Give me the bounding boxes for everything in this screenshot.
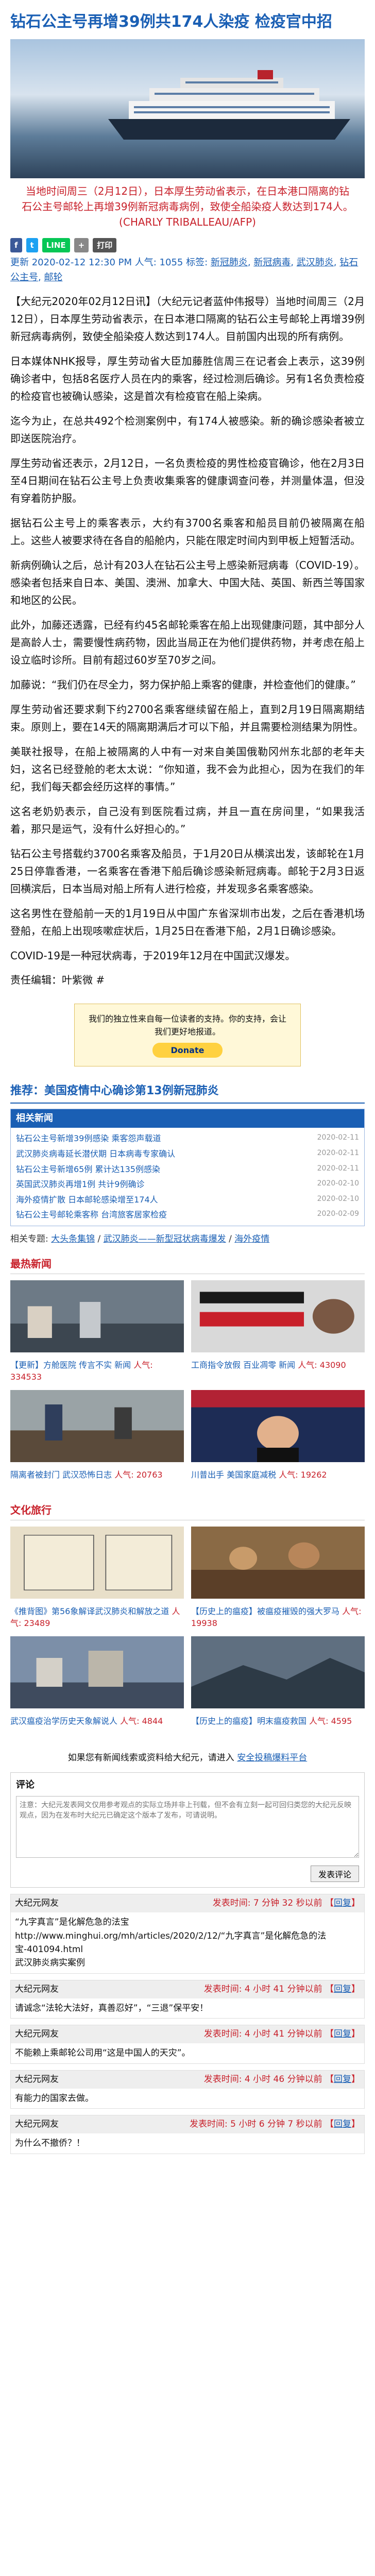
related-news-item[interactable]: 钻石公主号新增39例感染 乘客怨声载道 2020-02-11 [16,1131,359,1146]
related-news-header: 相关新闻 [11,1109,364,1128]
paragraph: 这名老奶奶表示，自己没有到医院看过病，并且一直在房间里，“如果我活着，那只是运气… [10,805,365,835]
paragraph: 此外，加藤还透露，已经有约45名邮轮乘客在船上出现健康问题，其中部分人是高龄人士… [10,618,365,666]
topic-link[interactable]: 武汉肺炎——新型冠状病毒爆发 [104,1234,226,1244]
topic-link[interactable]: 大头条集锦 [51,1234,95,1244]
donate-box: 我们的独立性来自每一位读者的支持。你的支持，会让我们更好地报道。 Donate [74,1003,301,1067]
culture-header: 文化旅行 [10,1502,365,1521]
thumbnail-image [191,1636,365,1709]
thumbnail-image [10,1280,184,1353]
thumbnail-image [191,1527,365,1599]
donate-button[interactable]: Donate [152,1042,223,1058]
related-news-item[interactable]: 钻石公主号新增65例 累计达135例感染 2020-02-11 [16,1162,359,1177]
thumbnail-image [10,1636,184,1709]
thumbnail-image [10,1390,184,1463]
news-card[interactable]: 武汉瘟疫治学历史天象解说人 人气: 4844 [10,1636,184,1739]
tag-link[interactable]: 新冠肺炎 [211,257,248,268]
comment-user: 大纪元网友 [15,1898,59,1909]
comment-item: 大纪元网友 发表时间: 7 分钟 32 秒以前 【回复】 “九字真言”是化解危急的… [10,1894,365,1974]
related-news-item[interactable]: 英国武汉肺炎再增1例 共计9例确诊 2020-02-10 [16,1177,359,1192]
popular-news-grid: 【更新】方舱医院 传言不实 新闻 人气: 334533 工商指令放假 百业凋零 … [10,1280,365,1493]
cruise-ship-image [108,70,350,140]
news-card[interactable]: 工商指令放假 百业凋零 新闻 人气: 43090 [191,1280,365,1383]
tip-notice: 如果您有新闻线索或资料给大纪元，请进入 安全投稿爆料平台 [67,1753,308,1764]
reply-link[interactable]: 回复 [334,2119,351,2129]
hero-caption: 当地时间周三（2月12日），日本厚生劳动省表示，在日本港口隔离的钻石公主号邮轮上… [22,185,353,228]
paragraph: 这名男性在登船前一天的1月19日从中国广东省深圳市出发，之后在香港机场登船，在船… [10,907,365,937]
submit-comment-button[interactable]: 发表评论 [310,1866,359,1883]
updated-date: 更新 2020-02-12 12:30 PM [10,257,132,268]
editor-credit: 责任编辑：叶紫微 # [10,973,105,986]
news-card[interactable]: 【历史上的瘟疫】明末瘟疫救国 人气: 4595 [191,1636,365,1739]
article-page: 钻石公主号再增39例共174人染疫 检疫官中招 当地时间周三（2月12日），日本… [0,0,375,2170]
comment-body: “九字真言”是化解危急的法宝 http://www.minghui.org/mh… [15,1917,327,1969]
share-bar: f t LINE + 打印 [10,235,365,256]
article-body: 【大纪元2020年02月12日讯】（大纪元记者蓝仲伟报导）当地时间周三（2月12… [10,293,365,964]
related-topics-label: 相关专题 [10,1233,45,1244]
comment-item: 大纪元网友 发表时间: 4 小时 41 分钟以前 【回复】 不能赖上乘邮轮公司用“… [10,2025,365,2064]
hero-image [10,39,365,178]
paragraph: 迄今为止，在总共492个检测案例中，有174人被感染。新的确诊感染者被立即送医院… [10,414,365,445]
news-card[interactable]: 【更新】方舱医院 传言不实 新闻 人气: 334533 [10,1280,184,1383]
news-card[interactable]: 隔离者被封门 武汉恐怖日志 人气: 20763 [10,1390,184,1493]
paragraph: 据钻石公主号上的乘客表示，大约有3700名乘客和船员目前仍被隔离在船上。这些人被… [10,516,365,547]
reply-link[interactable]: 回复 [334,2074,351,2084]
print-button[interactable]: 打印 [93,238,117,252]
comment-user: 大纪元网友 [15,2074,59,2084]
comment-label: 评论 [16,1780,35,1791]
paragraph: 【大纪元2020年02月12日讯】（大纪元记者蓝仲伟报导）当地时间周三（2月12… [10,295,365,343]
reply-link[interactable]: 回复 [334,1898,351,1908]
tag-link[interactable]: 邮轮 [44,272,62,283]
comment-item: 大纪元网友 发表时间: 4 小时 46 分钟以前 【回复】 有能力的国家去做。 [10,2070,365,2109]
article-meta: 更新 2020-02-12 12:30 PM 人气: 1055 标签: 新冠肺炎… [10,257,359,283]
paragraph: 钻石公主号搭载约3700名乘客及船员，于1月20日从横滨出发，该邮轮在1月25日… [10,847,365,895]
tag-link[interactable]: 新冠病毒 [253,257,291,268]
culture-grid: 《推背图》第56象解译武汉肺炎和解放之道 人气: 23489 【历史上的瘟疫】被… [10,1527,365,1739]
comment-item: 大纪元网友 发表时间: 5 小时 6 分钟 7 秒以前 【回复】 为什么不撤侨？！ [10,2115,365,2154]
more-share-button[interactable]: + [74,238,89,252]
paragraph: COVID-19是一种冠状病毒，于2019年12月在中国武汉爆发。 [10,949,296,962]
popular-news-header: 最热新闻 [10,1256,365,1275]
comment-body: 有能力的国家去做。 [15,2093,94,2104]
news-card[interactable]: 【历史上的瘟疫】被瘟疫摧毁的强大罗马 人气: 19938 [191,1527,365,1629]
related-topics: 相关专题: 大头条集锦 / 武汉肺炎——新型冠状病毒爆发 / 海外疫情 [10,1233,270,1244]
related-news-item[interactable]: 钻石公主号邮轮乘客称 台湾旅客居家检疫 2020-02-09 [16,1207,359,1223]
thumbnail-image [191,1390,365,1463]
facebook-share-button[interactable]: f [10,238,22,252]
comment-body: 请诚念“法轮大法好，真善忍好”，“三退”保平安！ [15,2003,209,2013]
views-and-tags-label: 人气: 1055 标签: [134,257,208,268]
news-card[interactable]: 《推背图》第56象解译武汉肺炎和解放之道 人气: 23489 [10,1527,184,1629]
paragraph: 厚生劳动省还表示，2月12日，一名负责检疫的男性检疫官确诊，他在2月3日至4日期… [10,456,365,504]
comment-body: 为什么不撤侨？！ [15,2138,85,2149]
related-news-list: 钻石公主号新增39例感染 乘客怨声载道 2020-02-11 武汉肺炎病毒延长潜伏… [11,1128,364,1226]
comments-list: 大纪元网友 发表时间: 7 分钟 32 秒以前 【回复】 “九字真言”是化解危急的… [10,1894,365,2170]
comment-input[interactable] [16,1796,359,1858]
recommend-headline[interactable]: 推荐：美国疫情中心确诊第13例新冠肺炎 [10,1082,365,1104]
reply-link[interactable]: 回复 [334,2029,351,2039]
thumbnail-image [191,1280,365,1353]
comment-body: 不能赖上乘邮轮公司用“这是中国人的天灾”。 [15,2048,191,2059]
news-card[interactable]: 川普出手 美国家庭减税 人气: 19262 [191,1390,365,1493]
comment-user: 大纪元网友 [15,1984,59,1994]
comment-item: 大纪元网友 发表时间: 4 小时 41 分钟以前 【回复】 请诚念“法轮大法好，真… [10,1979,365,2019]
comment-user: 大纪元网友 [15,2119,59,2130]
paragraph: 新病例确认之后，总计有203人在钻石公主号上感染新冠病毒（COVID-19）。感… [10,558,365,606]
reply-link[interactable]: 回复 [334,1984,351,1994]
topic-link[interactable]: 海外疫情 [234,1234,269,1244]
paragraph: 美联社报导，在船上被隔离的人中有一对来自美国俄勒冈州东北部的老年夫妇，这名已经登… [10,745,365,793]
tip-submit-link[interactable]: 安全投稿爆料平台 [237,1753,307,1763]
related-news-box: 相关新闻 钻石公主号新增39例感染 乘客怨声载道 2020-02-11 武汉肺炎病… [10,1108,365,1226]
paragraph: 日本媒体NHK报导，厚生劳动省大臣加藤胜信周三在记者会上表示，这39例确诊者中，… [10,354,365,402]
related-news-item[interactable]: 海外疫情扩散 日本邮轮感染增至174人 2020-02-10 [16,1192,359,1208]
comment-form: 评论 发表评论 [10,1772,365,1888]
twitter-share-button[interactable]: t [26,238,38,252]
paragraph: 厚生劳动省还要求剩下约2700名乘客继续留在船上，直到2月19日隔离期结束。原则… [10,703,365,733]
article-title: 钻石公主号再增39例共174人染疫 检疫官中招 [10,13,332,31]
thumbnail-image [10,1527,184,1599]
paragraph: 加藤说：“我们仍在尽全力，努力保护船上乘客的健康，并检查他们的健康。” [10,678,356,691]
line-share-button[interactable]: LINE [42,238,70,252]
donate-text: 我们的独立性来自每一位读者的支持。你的支持，会让我们更好地报道。 [88,1013,286,1037]
tag-link[interactable]: 武汉肺炎 [297,257,334,268]
comment-user: 大纪元网友 [15,2029,59,2040]
related-news-item[interactable]: 武汉肺炎病毒延长潜伏期 日本病毒专家确认 2020-02-11 [16,1146,359,1162]
